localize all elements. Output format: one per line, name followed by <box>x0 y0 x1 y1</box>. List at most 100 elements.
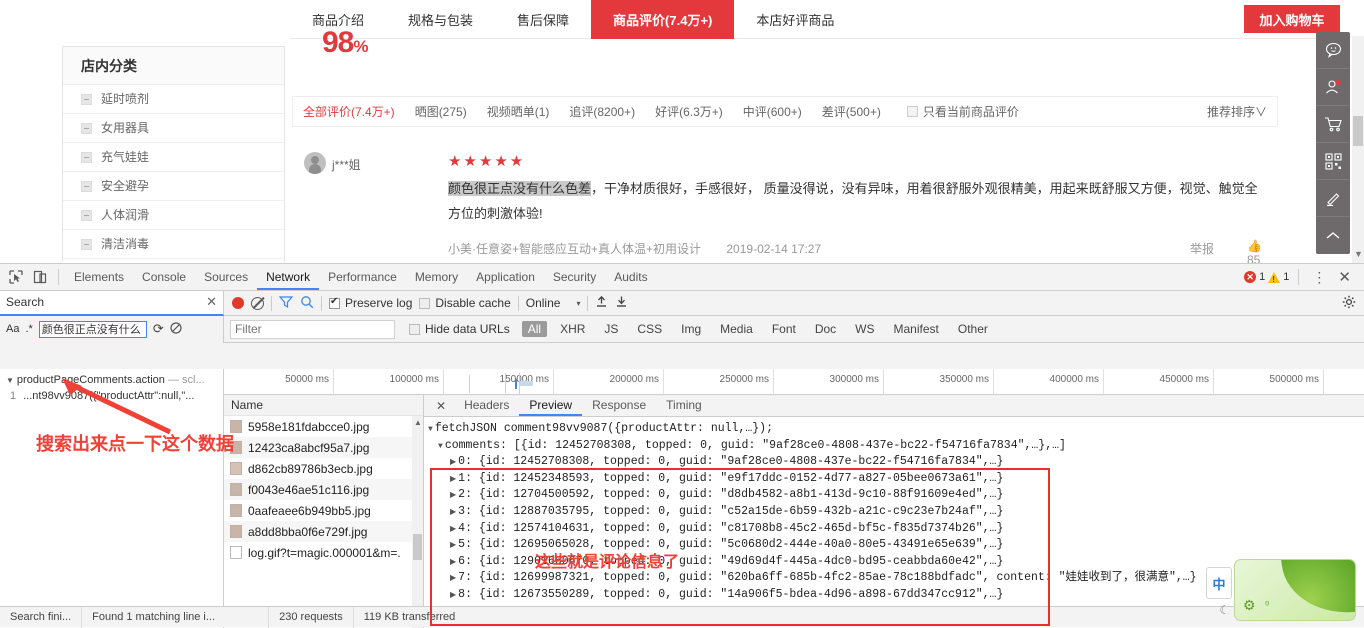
pen-icon[interactable] <box>1316 180 1350 217</box>
resource-filter-css[interactable]: CSS <box>631 321 668 337</box>
resource-filter-doc[interactable]: Doc <box>809 321 842 337</box>
match-case-button[interactable]: Aa <box>6 323 19 335</box>
search-input[interactable] <box>38 320 147 338</box>
add-to-cart-button[interactable]: 加入购物车 <box>1244 5 1340 33</box>
product-nav-tab-1[interactable]: 规格与包装 <box>386 0 495 39</box>
request-row[interactable]: log.gif?t=magic.000001&m=. <box>224 542 423 563</box>
record-button[interactable] <box>232 297 244 309</box>
request-row[interactable]: a8dd8bba0f6e729f.jpg <box>224 521 423 542</box>
preserve-log-checkbox[interactable]: Preserve log <box>329 296 412 310</box>
review-filter-4[interactable]: 好评(6.3万+) <box>655 103 723 120</box>
resource-filter-other[interactable]: Other <box>952 321 994 337</box>
disable-cache-checkbox[interactable]: Disable cache <box>419 296 511 310</box>
resource-filter-xhr[interactable]: XHR <box>554 321 591 337</box>
scroll-up-icon[interactable]: ▲ <box>414 418 422 427</box>
inspect-element-icon[interactable] <box>4 265 28 289</box>
review-sort-dropdown[interactable]: 推荐排序∨ <box>1207 103 1267 120</box>
more-options-icon[interactable]: ⋮ <box>1308 270 1330 284</box>
detail-tab-headers[interactable]: Headers <box>454 395 519 416</box>
warning-count-badge[interactable]: 1 <box>1268 271 1289 284</box>
only-current-product-checkbox[interactable]: 只看当前商品评价 <box>906 103 1019 120</box>
json-array-row[interactable]: ▶ 0: {id: 12452708308, topped: 0, guid: "… <box>428 454 1364 471</box>
scrollbar-thumb[interactable] <box>1353 116 1363 146</box>
gear-icon[interactable]: ⚙ <box>1243 597 1256 614</box>
review-filter-2[interactable]: 视频晒单(1) <box>487 103 550 120</box>
json-comments-line[interactable]: ▼ comments: [{id: 12452708308, topped: 0,… <box>428 438 1364 455</box>
shop-category-item-1[interactable]: 女用器具 <box>63 114 284 143</box>
cart-icon[interactable] <box>1316 106 1350 143</box>
resource-filter-font[interactable]: Font <box>766 321 802 337</box>
shop-category-item-0[interactable]: 延时喷剂 <box>63 85 284 114</box>
json-root-line[interactable]: ▼ fetchJSON comment98vv9087({productAttr:… <box>428 421 1364 438</box>
devtools-tab-console[interactable]: Console <box>133 264 195 290</box>
resource-filter-all[interactable]: All <box>521 321 548 337</box>
filter-toggle-icon[interactable] <box>278 295 294 312</box>
json-array-row[interactable]: ▶ 2: {id: 12704500592, topped: 0, guid: "… <box>428 487 1364 504</box>
devtools-tab-sources[interactable]: Sources <box>195 264 257 290</box>
devtools-tab-network[interactable]: Network <box>257 264 320 290</box>
devtools-tab-elements[interactable]: Elements <box>65 264 133 290</box>
review-filter-1[interactable]: 晒图(275) <box>415 103 467 120</box>
devtools-tab-security[interactable]: Security <box>544 264 605 290</box>
scroll-down-icon[interactable]: ▼ <box>1354 249 1363 259</box>
throttling-dropdown[interactable]: Online ▾ <box>526 296 581 310</box>
devtools-tab-memory[interactable]: Memory <box>406 264 467 290</box>
devtools-tab-performance[interactable]: Performance <box>319 264 406 290</box>
close-detail-icon[interactable]: ✕ <box>428 399 454 413</box>
resource-filter-js[interactable]: JS <box>598 321 624 337</box>
resource-filter-ws[interactable]: WS <box>849 321 880 337</box>
toggle-device-toolbar-icon[interactable] <box>28 265 52 289</box>
request-row[interactable]: 0aafeaee6b949bb5.jpg <box>224 500 423 521</box>
page-scrollbar[interactable]: ▼ <box>1352 36 1364 263</box>
review-filter-5[interactable]: 中评(600+) <box>743 103 802 120</box>
review-report-link[interactable]: 举报 <box>1190 240 1214 257</box>
json-array-row[interactable]: ▶ 1: {id: 12452348593, topped: 0, guid: "… <box>428 471 1364 488</box>
product-nav-tab-3[interactable]: 商品评价(7.4万+) <box>591 0 735 39</box>
json-array-row[interactable]: ▶ 5: {id: 12695065028, topped: 0, guid: "… <box>428 537 1364 554</box>
json-array-row[interactable]: ▶ 4: {id: 12574104631, topped: 0, guid: "… <box>428 521 1364 538</box>
close-search-panel-icon[interactable]: ✕ <box>206 294 217 310</box>
shop-category-item-2[interactable]: 充气娃娃 <box>63 143 284 172</box>
qrcode-icon[interactable] <box>1316 143 1350 180</box>
import-har-icon[interactable] <box>595 295 608 311</box>
search-toggle-icon[interactable] <box>300 295 314 312</box>
person-icon[interactable] <box>1316 69 1350 106</box>
detail-tab-timing[interactable]: Timing <box>656 395 712 416</box>
product-nav-tab-4[interactable]: 本店好评商品 <box>734 0 856 39</box>
resource-filter-media[interactable]: Media <box>714 321 759 337</box>
review-filter-0[interactable]: 全部评价(7.4万+) <box>303 103 395 120</box>
request-row[interactable]: d862cb89786b3ecb.jpg <box>224 458 423 479</box>
chat-icon[interactable] <box>1316 32 1350 69</box>
request-row[interactable]: 12423ca8abcf95a7.jpg <box>224 437 423 458</box>
regex-button[interactable]: .* <box>25 323 32 335</box>
devtools-tab-audits[interactable]: Audits <box>605 264 656 290</box>
review-like-button[interactable]: 👍 85 <box>1247 239 1278 263</box>
request-row[interactable]: 5958e181fdabcce0.jpg <box>224 416 423 437</box>
request-list-scrollbar[interactable]: ▲ ▼ <box>412 416 423 628</box>
detail-tab-preview[interactable]: Preview <box>519 395 583 416</box>
shop-category-item-5[interactable]: 清洁消毒 <box>63 230 284 259</box>
review-filter-3[interactable]: 追评(8200+) <box>569 103 635 120</box>
clear-search-icon[interactable] <box>170 321 182 337</box>
review-filter-6[interactable]: 差评(500+) <box>822 103 881 120</box>
shop-category-item-4[interactable]: 人体润滑 <box>63 201 284 230</box>
close-devtools-icon[interactable]: ✕ <box>1333 270 1356 285</box>
json-array-row[interactable]: ▶ 3: {id: 12887035795, topped: 0, guid: "… <box>428 504 1364 521</box>
scrollbar-thumb[interactable] <box>413 534 422 560</box>
error-count-badge[interactable]: ✕ 1 <box>1244 271 1265 283</box>
scroll-top-icon[interactable] <box>1316 217 1350 254</box>
clear-network-log-icon[interactable] <box>251 296 264 310</box>
refresh-search-icon[interactable]: ⟳ <box>153 321 164 337</box>
request-row[interactable]: f0043e46ae51c116.jpg <box>224 479 423 500</box>
product-nav-tab-2[interactable]: 售后保障 <box>495 0 591 39</box>
shop-category-item-3[interactable]: 安全避孕 <box>63 172 284 201</box>
search-result-line[interactable]: 1 ...nt98vv9087({"productAttr":null,"... <box>0 388 223 404</box>
filter-input[interactable] <box>230 319 395 339</box>
resource-filter-manifest[interactable]: Manifest <box>888 321 945 337</box>
search-result-file[interactable]: ▼ productPageComments.action — scl... <box>0 372 223 388</box>
floating-green-widget[interactable]: ⚙ ⁰ <box>1234 559 1356 621</box>
export-har-icon[interactable] <box>615 295 628 311</box>
resource-filter-img[interactable]: Img <box>675 321 707 337</box>
devtools-tab-application[interactable]: Application <box>467 264 544 290</box>
gear-icon[interactable] <box>1342 295 1356 312</box>
